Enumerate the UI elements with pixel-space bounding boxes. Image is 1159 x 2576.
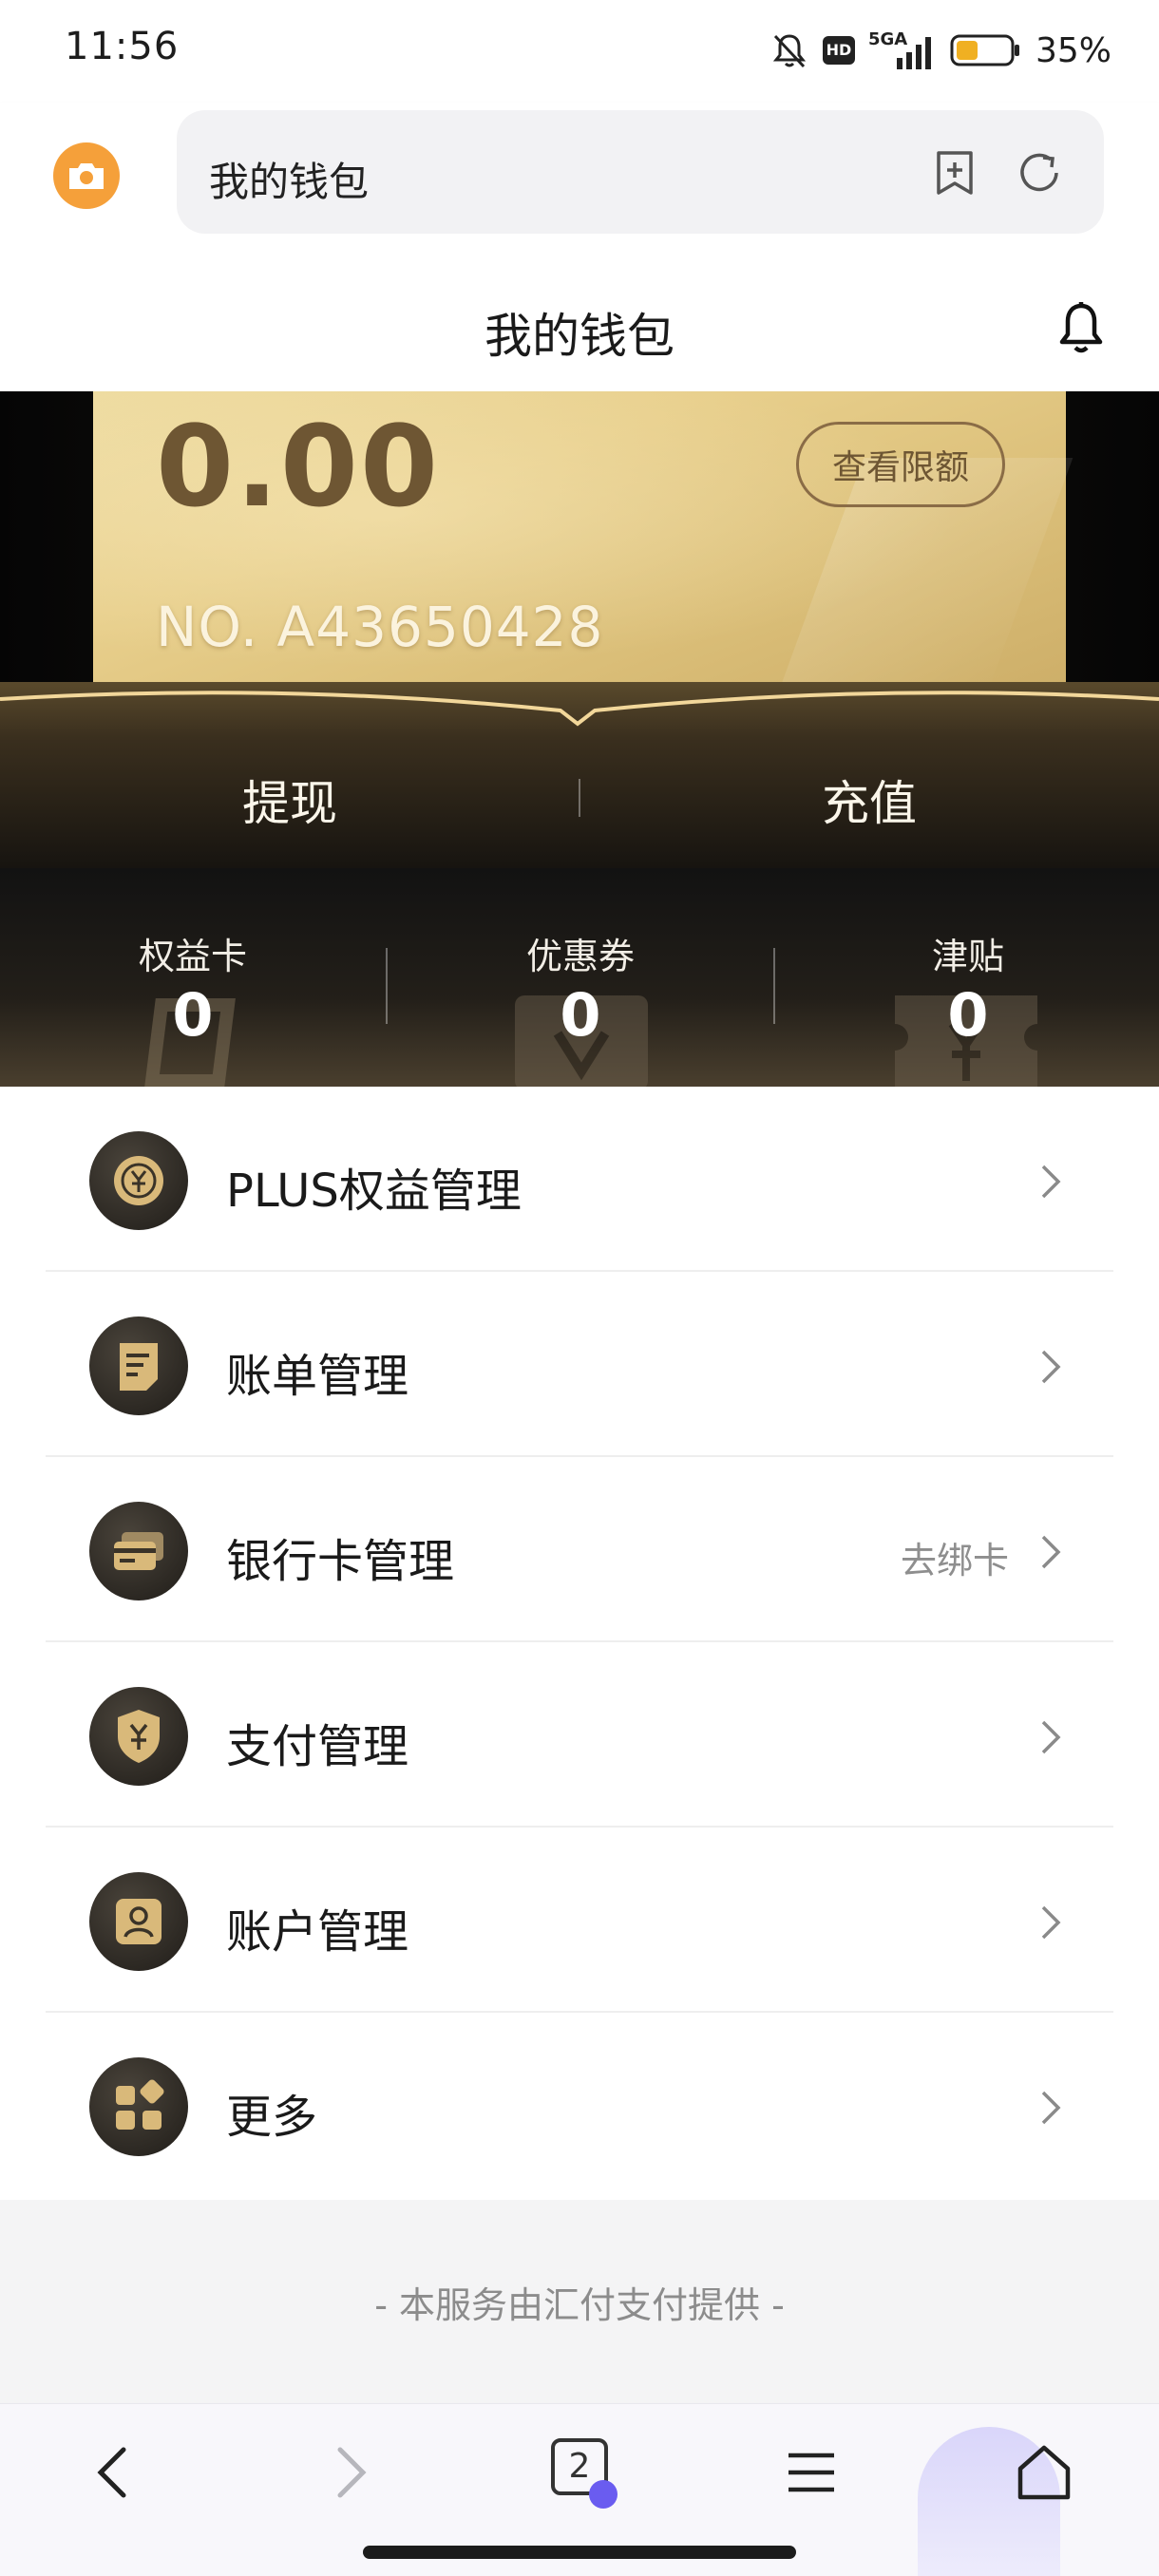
withdraw-button[interactable]: 提现 <box>0 766 580 834</box>
menu-item-bills[interactable]: 账单管理 <box>46 1272 1113 1457</box>
wallet-card: 0.00 查看限额 NO. A43650428 <box>93 391 1074 705</box>
stat-label: 权益卡 <box>138 936 247 977</box>
bookmark-add-icon[interactable] <box>931 148 978 198</box>
plus-coin-icon <box>89 1131 188 1230</box>
menu-label: 账单管理 <box>226 1350 409 1403</box>
more-grid-icon <box>89 2057 188 2156</box>
menu-item-bank-cards[interactable]: 银行卡管理 去绑卡 <box>46 1457 1113 1642</box>
signal-icon <box>896 37 931 69</box>
stat-coupon[interactable]: 优惠券 0 <box>388 868 773 1087</box>
browser-toolbar: 我的钱包 <box>0 103 1159 260</box>
menu-label: 账户管理 <box>226 1905 409 1959</box>
address-bar[interactable]: 我的钱包 <box>177 110 1104 234</box>
forward-arrow-icon[interactable] <box>331 2442 372 2503</box>
home-indicator[interactable] <box>363 2546 796 2559</box>
menu-label: 银行卡管理 <box>226 1535 455 1588</box>
stat-benefit-card[interactable]: 权益卡 0 <box>0 868 386 1087</box>
menu-item-more[interactable]: 更多 <box>46 2013 1113 2198</box>
stat-allowance[interactable]: 津贴 0 <box>775 868 1159 1087</box>
wallet-card-section: 0.00 查看限额 NO. A43650428 提现 充值 <box>0 391 1159 868</box>
menu-item-plus-benefits[interactable]: PLUS权益管理 <box>46 1087 1113 1272</box>
page-header: 我的钱包 <box>0 260 1159 391</box>
bank-card-icon <box>89 1502 188 1601</box>
wallet-menu: PLUS权益管理 账单管理 银行卡管理 去绑卡 支付管理 账户管理 更多 <box>0 1087 1159 2200</box>
menu-label: 更多 <box>226 2091 318 2144</box>
address-text: 我的钱包 <box>209 159 370 205</box>
home-icon[interactable] <box>1015 2442 1074 2503</box>
card-rim-decoration <box>0 691 1159 727</box>
stat-value: 0 <box>172 980 214 1050</box>
payment-shield-icon <box>89 1687 188 1786</box>
menu-label: 支付管理 <box>226 1720 409 1773</box>
menu-item-payment[interactable]: 支付管理 <box>46 1642 1113 1828</box>
chevron-right-icon <box>1041 1165 1061 1199</box>
status-time: 11:56 <box>65 25 180 68</box>
stat-label: 优惠券 <box>525 936 635 977</box>
back-arrow-icon[interactable] <box>91 2442 133 2503</box>
chevron-right-icon <box>1041 1905 1061 1940</box>
chevron-right-icon <box>1041 1720 1061 1754</box>
stat-label: 津贴 <box>931 936 1004 977</box>
bill-icon <box>89 1316 188 1415</box>
account-icon <box>89 1872 188 1971</box>
view-limit-button[interactable]: 查看限额 <box>796 422 1005 507</box>
chevron-right-icon <box>1041 1535 1061 1569</box>
status-icons: HD 5GA 35% <box>770 27 1112 74</box>
menu-label: PLUS权益管理 <box>226 1165 522 1218</box>
provider-note: - 本服务由汇付支付提供 - <box>374 2284 785 2326</box>
camera-button[interactable] <box>53 142 120 209</box>
hd-badge: HD <box>822 36 855 65</box>
card-number: NO. A43650428 <box>156 595 604 659</box>
bind-card-hint[interactable]: 去绑卡 <box>901 1531 1009 1583</box>
mute-bell-icon <box>772 34 807 68</box>
ghost-badge-icon <box>589 2480 618 2509</box>
battery-icon <box>950 34 1019 66</box>
page-title: 我的钱包 <box>484 309 674 364</box>
stat-value: 0 <box>947 980 989 1050</box>
wallet-stats: 权益卡 0 优惠券 0 津贴 0 <box>0 868 1159 1087</box>
chevron-right-icon <box>1041 1350 1061 1384</box>
battery-percent: 35% <box>1035 30 1112 70</box>
menu-item-account[interactable]: 账户管理 <box>46 1828 1113 2013</box>
bell-icon[interactable] <box>1054 300 1108 357</box>
camera-icon <box>69 163 104 189</box>
status-bar: 11:56 HD 5GA 35% <box>0 0 1159 103</box>
stat-value: 0 <box>560 980 601 1050</box>
wallet-balance: 0.00 <box>156 401 441 532</box>
hamburger-menu-icon[interactable] <box>785 2442 838 2503</box>
refresh-icon[interactable] <box>1015 148 1064 198</box>
recharge-button[interactable]: 充值 <box>580 766 1159 834</box>
chevron-right-icon <box>1041 2091 1061 2125</box>
signal-indicator: 5GA <box>868 29 937 71</box>
